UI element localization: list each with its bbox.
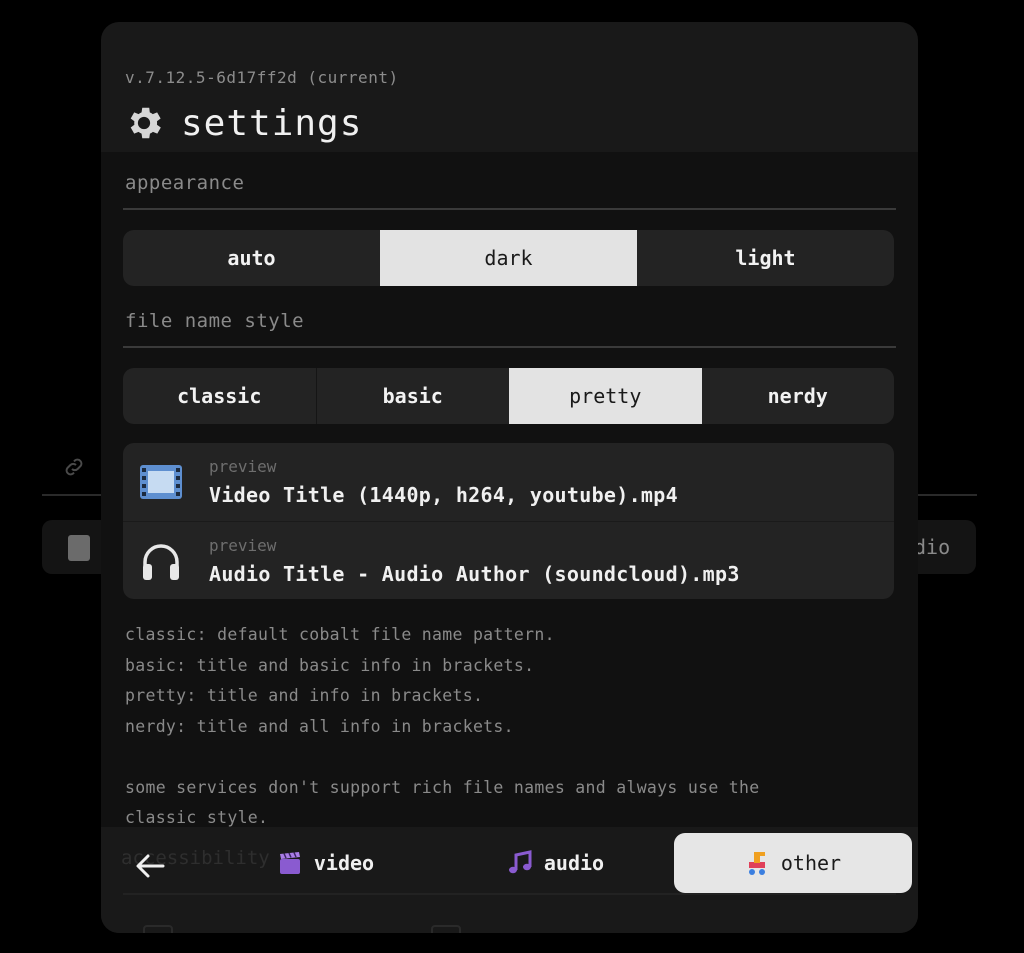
theme-light-button[interactable]: light (637, 230, 894, 286)
appearance-label: appearance (125, 172, 245, 194)
tab-video-label: video (313, 851, 375, 875)
page-title: settings (181, 102, 363, 144)
audio-preview-label: preview (209, 536, 277, 555)
audio-preview-row: preview Audio Title - Audio Author (soun… (123, 521, 894, 600)
settings-header: settings (123, 102, 362, 144)
film-icon (140, 465, 182, 499)
tab-other[interactable]: other (674, 833, 912, 893)
file-icon (68, 535, 90, 561)
audio-preview-filename: Audio Title - Audio Author (soundcloud).… (209, 562, 740, 586)
hidden-section-divider (123, 893, 896, 895)
gear-icon (130, 107, 161, 139)
theme-auto-button[interactable]: auto (123, 230, 380, 286)
clapper-icon (279, 852, 300, 874)
tab-audio[interactable]: audio (491, 833, 621, 893)
video-preview-row: preview Video Title (1440p, h264, youtub… (123, 443, 894, 521)
link-icon (62, 455, 86, 479)
version-label: v.7.12.5-6d17ff2d (current) (125, 68, 399, 87)
back-arrow-icon[interactable] (133, 849, 167, 883)
appearance-divider (123, 208, 896, 210)
settings-popup: v.7.12.5-6d17ff2d (current) settings app… (101, 22, 918, 933)
tab-other-label: other (780, 851, 842, 875)
settings-content[interactable]: appearance auto dark light file name sty… (101, 152, 918, 827)
tab-video[interactable]: video (251, 833, 401, 893)
file-name-style-description: classic: default cobalt file name patter… (125, 625, 760, 827)
hidden-checkbox (431, 925, 461, 933)
appearance-switcher: auto dark light (123, 230, 894, 286)
music-notes-icon (508, 850, 532, 874)
style-classic-button[interactable]: classic (123, 368, 316, 424)
hidden-checkbox (143, 925, 173, 933)
file-name-preview: preview Video Title (1440p, h264, youtub… (123, 443, 894, 599)
file-name-style-switcher: classic basic pretty nerdy (123, 368, 894, 424)
tab-audio-label: audio (543, 851, 605, 875)
bottom-navigation: accessibility video audio other (101, 827, 918, 933)
video-preview-filename: Video Title (1440p, h264, youtube).mp4 (209, 483, 678, 507)
video-preview-label: preview (209, 457, 277, 476)
style-basic-button[interactable]: basic (315, 368, 510, 424)
file-name-style-divider (123, 346, 896, 348)
style-pretty-button[interactable]: pretty (509, 368, 702, 424)
theme-dark-button[interactable]: dark (380, 230, 637, 286)
file-name-style-label: file name style (125, 310, 305, 332)
headphones-icon (143, 544, 179, 580)
toy-horse-icon (748, 852, 765, 875)
style-nerdy-button[interactable]: nerdy (702, 368, 895, 424)
